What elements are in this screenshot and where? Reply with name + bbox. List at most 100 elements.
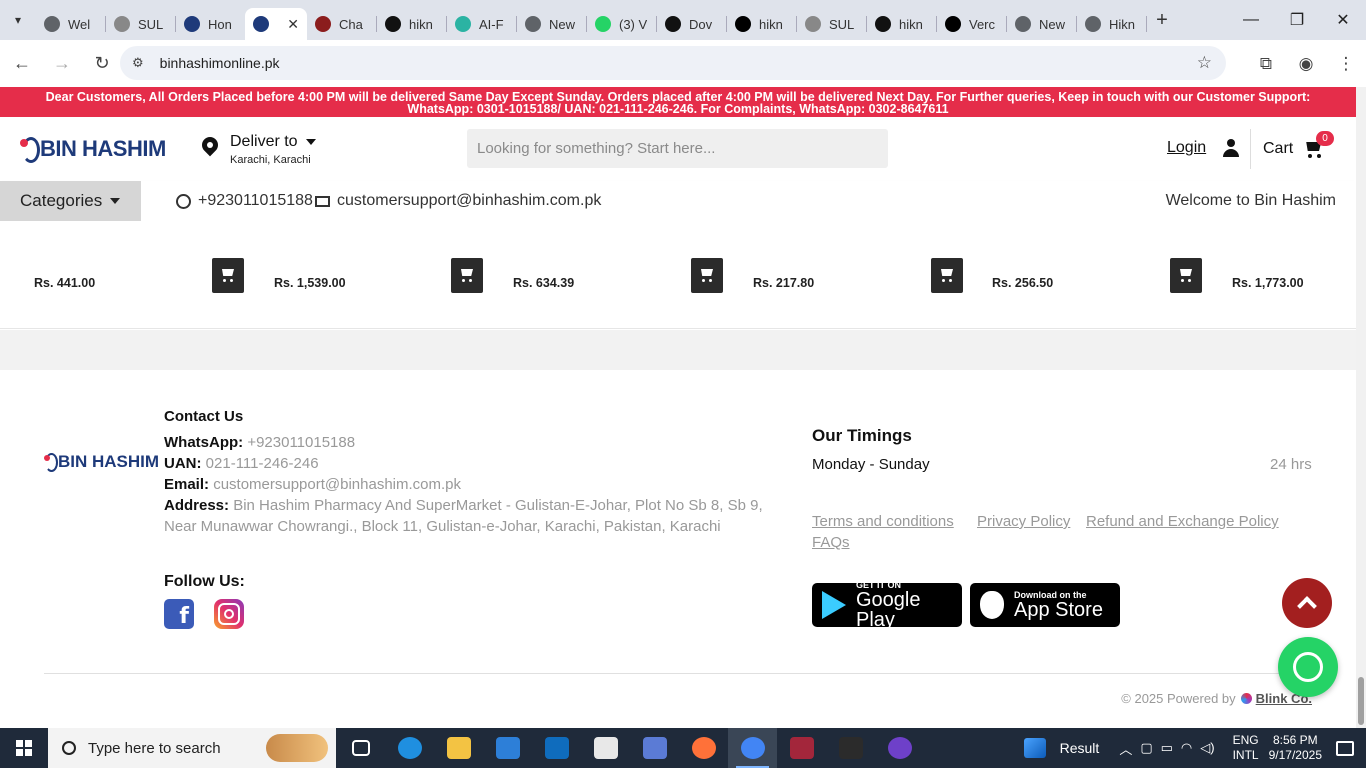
input-language[interactable]: ENG INTL	[1233, 733, 1259, 763]
deliver-label: Deliver to	[230, 133, 298, 150]
taskbar-app-notepad[interactable]	[581, 728, 630, 768]
product-card[interactable]: Rs. 217.80	[719, 221, 963, 321]
faqs-link[interactable]: FAQs	[812, 534, 850, 551]
refund-link[interactable]: Refund and Exchange Policy	[1086, 513, 1279, 530]
sub-navigation: Categories +923011015188 customersupport…	[0, 181, 1356, 221]
whatsapp-chat-button[interactable]	[1278, 637, 1338, 697]
taskbar-app-firefox[interactable]	[679, 728, 728, 768]
scroll-to-top-button[interactable]	[1282, 578, 1332, 628]
menu-icon[interactable]: ⋮	[1326, 54, 1366, 74]
product-price: Rs. 1,773.00	[1232, 276, 1304, 290]
browser-tab[interactable]: hikn	[377, 8, 446, 40]
page-scrollbar[interactable]	[1356, 87, 1366, 728]
email-value[interactable]: customersupport@binhashim.com.pk	[213, 476, 461, 493]
app-store-button[interactable]: Download on the App Store	[970, 583, 1120, 627]
wifi-icon[interactable]: ◠	[1181, 740, 1192, 756]
browser-tab[interactable]: SUL	[106, 8, 175, 40]
uan-value[interactable]: 021-111-246-246	[206, 455, 319, 472]
product-card[interactable]: Rs. 634.39	[479, 221, 723, 321]
taskbar-app-outlook[interactable]	[532, 728, 581, 768]
close-tab-icon[interactable]: ✕	[287, 16, 299, 33]
browser-tab[interactable]: Verc	[937, 8, 1006, 40]
login-link[interactable]: Login	[1167, 139, 1240, 157]
product-card[interactable]: Rs. 256.50	[958, 221, 1202, 321]
terms-link[interactable]: Terms and conditions	[812, 513, 954, 530]
taskbar-app-task-view[interactable]	[336, 728, 385, 768]
notifications-icon[interactable]	[1336, 740, 1354, 756]
privacy-link[interactable]: Privacy Policy	[977, 513, 1070, 530]
browser-tab[interactable]: Dov	[657, 8, 726, 40]
browser-tab[interactable]: ✕	[245, 8, 307, 40]
whatsapp-value[interactable]: +923011015188	[247, 434, 355, 451]
scrollbar-thumb[interactable]	[1358, 677, 1364, 725]
browser-tab[interactable]: Hon	[176, 8, 245, 40]
back-button[interactable]: ←	[4, 46, 40, 82]
product-card[interactable]: Rs. 1,773.00	[1198, 221, 1366, 321]
logo-mark-icon	[20, 135, 40, 163]
taskbar-app-edge[interactable]	[385, 728, 434, 768]
start-button[interactable]	[0, 728, 48, 768]
extensions-icon[interactable]: ⧉	[1246, 54, 1286, 74]
taskbar-app-chrome[interactable]	[728, 728, 777, 768]
tab-title: hikn	[409, 16, 433, 32]
product-price: Rs. 441.00	[34, 276, 96, 290]
facebook-icon[interactable]: f	[164, 599, 194, 629]
deliver-to-selector[interactable]: Deliver to Karachi, Karachi	[200, 133, 316, 166]
meet-icon[interactable]: ▢	[1140, 740, 1152, 756]
taskbar-search[interactable]: Type here to search	[48, 728, 336, 768]
browser-tab[interactable]: AI-F	[447, 8, 516, 40]
reload-button[interactable]: ↻	[84, 46, 120, 82]
minimize-button[interactable]: —	[1228, 0, 1274, 40]
browser-tab[interactable]: New	[1007, 8, 1076, 40]
google-play-large-text: Google Play	[856, 589, 921, 631]
battery-icon[interactable]: ▭	[1161, 740, 1173, 756]
close-window-button[interactable]: ✕	[1320, 0, 1366, 40]
taskbar-app-network-app[interactable]	[630, 728, 679, 768]
browser-tab[interactable]: hikn	[867, 8, 936, 40]
instagram-icon[interactable]	[214, 599, 244, 629]
taskbar-app-winrar[interactable]	[777, 728, 826, 768]
footer-logo[interactable]: BIN HASHIM	[44, 452, 159, 472]
tab-search-button[interactable]: ▾	[0, 0, 36, 40]
outlook-icon	[544, 737, 569, 759]
tab-title: SUL	[829, 16, 855, 32]
product-card[interactable]: Rs. 441.00	[0, 221, 244, 321]
site-logo[interactable]: BIN HASHIM	[20, 135, 166, 163]
show-hidden-icons[interactable]: ︿	[1119, 739, 1132, 758]
site-info-icon[interactable]: ⚙	[132, 55, 144, 71]
search-input[interactable]	[467, 129, 888, 168]
browser-tab[interactable]: SUL	[797, 8, 866, 40]
google-play-button[interactable]: GET IT ON Google Play	[812, 580, 962, 631]
product-card[interactable]: Rs. 1,539.00	[240, 221, 483, 321]
taskbar-app-github-desktop[interactable]	[875, 728, 924, 768]
taskbar-app-file-explorer[interactable]	[434, 728, 483, 768]
bookmark-star-icon[interactable]: ☆	[1197, 53, 1212, 73]
chrome-icon	[44, 16, 60, 32]
footer-address: Address: Bin Hashim Pharmacy And SuperMa…	[164, 495, 763, 537]
browser-tab[interactable]: (3) V	[587, 8, 656, 40]
powered-prefix: © 2025 Powered by	[1121, 691, 1236, 706]
weather-widget[interactable]: Result	[1023, 738, 1099, 758]
phone-contact[interactable]: +923011015188	[176, 192, 313, 210]
browser-tab[interactable]: Cha	[307, 8, 376, 40]
volume-icon[interactable]: ◁)	[1200, 740, 1214, 756]
email-contact[interactable]: customersupport@binhashim.com.pk	[315, 192, 601, 210]
footer-logo-text: BIN HASHIM	[58, 452, 160, 471]
clock[interactable]: 8:56 PM 9/17/2025	[1269, 733, 1322, 763]
categories-label: Categories	[20, 191, 103, 210]
forward-button[interactable]: →	[44, 46, 80, 82]
product-price: Rs. 217.80	[753, 276, 815, 290]
weather-icon	[1023, 738, 1046, 758]
new-tab-button[interactable]: +	[1147, 0, 1177, 40]
categories-dropdown[interactable]: Categories	[0, 181, 141, 221]
windows-taskbar: Type here to search Result ︿ ▢ ▭ ◠ ◁) EN…	[0, 728, 1366, 768]
maximize-button[interactable]: ❐	[1274, 0, 1320, 40]
profile-icon[interactable]: ◉	[1286, 54, 1326, 74]
taskbar-app-microsoft-store[interactable]	[483, 728, 532, 768]
browser-tab[interactable]: hikn	[727, 8, 796, 40]
taskbar-app-terminal[interactable]	[826, 728, 875, 768]
browser-tab[interactable]: Wel	[36, 8, 105, 40]
browser-tab[interactable]: Hikn	[1077, 8, 1146, 40]
browser-tab[interactable]: New	[517, 8, 586, 40]
address-bar[interactable]: ⚙ binhashimonline.pk ☆	[120, 46, 1226, 80]
